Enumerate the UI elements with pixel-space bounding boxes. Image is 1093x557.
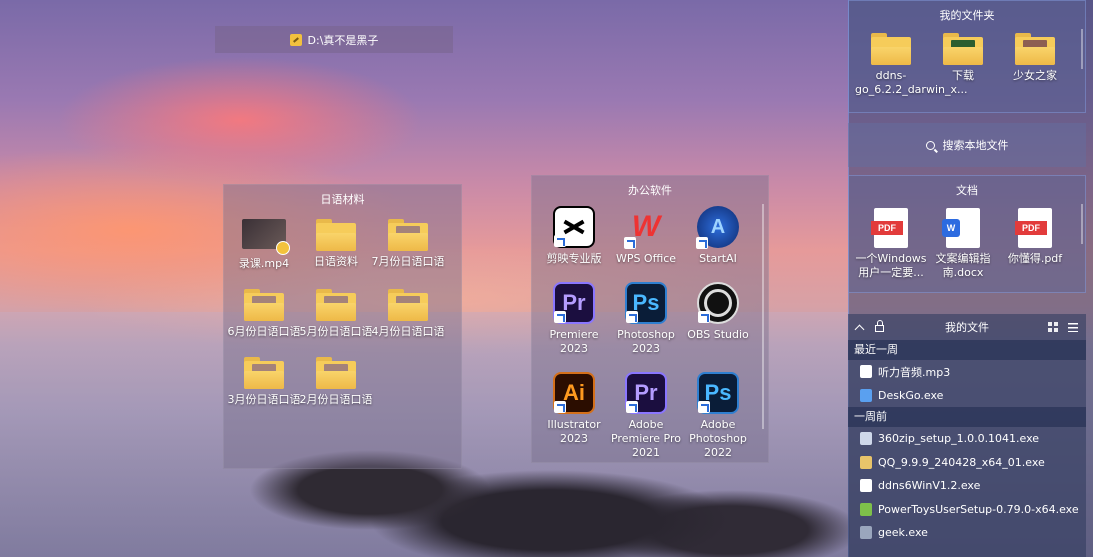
document-item[interactable]: PDF 一个Windows用户一定要... xyxy=(855,208,927,280)
app-obs-studio[interactable]: OBS Studio xyxy=(682,282,754,356)
exe-file-icon xyxy=(860,388,872,402)
list-item[interactable]: ddns6WinV1.2.exe xyxy=(848,474,1086,498)
section-scrollbar[interactable] xyxy=(1081,29,1083,69)
obs-icon xyxy=(697,282,739,324)
group-header-week-ago: 一周前 xyxy=(848,407,1086,427)
section-title: 文档 xyxy=(956,184,978,197)
folder-icon xyxy=(871,33,911,65)
fence-scrollbar[interactable] xyxy=(762,204,764,429)
folder-icon xyxy=(316,357,356,389)
folder-item[interactable]: 6月份日语口语 xyxy=(228,289,301,339)
folder-item[interactable]: 2月份日语口语 xyxy=(300,357,373,407)
document-item[interactable]: PDF 你懂得.pdf xyxy=(999,208,1071,280)
list-item[interactable]: 360zip_setup_1.0.0.1041.exe xyxy=(848,427,1086,451)
path-text: D:\真不是黑子 xyxy=(307,33,379,47)
pin-icon xyxy=(289,33,302,46)
section-documents[interactable]: 文档 PDF 一个Windows用户一定要... W 文案编辑指南.docx P… xyxy=(848,175,1086,293)
path-bar[interactable]: D:\真不是黑子 xyxy=(215,26,453,53)
exe-file-icon xyxy=(860,479,872,493)
folder-icon xyxy=(943,33,983,65)
app-photoshop-2023[interactable]: Ps Photoshop 2023 xyxy=(610,282,682,356)
list-item[interactable]: PowerToysUserSetup-0.79.0-x64.exe xyxy=(848,498,1086,522)
video-thumbnail-icon xyxy=(242,219,290,255)
photoshop-icon: Ps xyxy=(625,282,667,324)
folder-item[interactable]: 日语资料 xyxy=(300,219,372,271)
installer-file-icon xyxy=(860,432,872,446)
app-photoshop-2022[interactable]: Ps Adobe Photoshop 2022 xyxy=(682,372,754,460)
list-item[interactable]: geek.exe xyxy=(848,521,1086,545)
fence-title: 日语材料 xyxy=(320,193,365,206)
list-item[interactable]: 听力音频.mp3 xyxy=(848,360,1086,384)
pdf-file-icon: PDF xyxy=(1015,208,1052,248)
app-startai[interactable]: A StartAI xyxy=(682,206,754,266)
grid-view-icon[interactable] xyxy=(1048,322,1058,332)
folder-icon xyxy=(244,289,284,321)
folder-item[interactable]: 4月份日语口语 xyxy=(372,289,445,339)
word-file-icon: W xyxy=(942,208,980,248)
pdf-file-icon: PDF xyxy=(871,208,908,248)
section-my-folders[interactable]: 我的文件夹 ddns-go_6.2.2_darwin_x... 下载 少女之家 xyxy=(848,0,1086,113)
search-icon xyxy=(925,140,935,150)
folder-item[interactable]: 3月份日语口语 xyxy=(228,357,301,407)
fence-office-software[interactable]: 办公软件 剪映专业版 W WPS Office A StartAI Pr Pre… xyxy=(531,175,769,463)
app-wps[interactable]: W WPS Office xyxy=(610,206,682,266)
app-premiere-2021[interactable]: Pr Adobe Premiere Pro 2021 xyxy=(610,372,682,460)
folder-icon xyxy=(316,219,356,251)
document-item[interactable]: W 文案编辑指南.docx xyxy=(927,208,999,280)
qq-installer-icon xyxy=(860,455,872,469)
folder-item[interactable]: 下载 xyxy=(927,33,999,97)
folder-icon xyxy=(1015,33,1055,65)
fence-title: 办公软件 xyxy=(628,184,672,197)
app-capcut[interactable]: 剪映专业版 xyxy=(538,206,610,266)
fence-japanese-materials[interactable]: 日语材料 录课.mp4 日语资料 7月份日语口语 6月份日语口语 5月份日语口语… xyxy=(223,184,462,469)
illustrator-icon: Ai xyxy=(553,372,595,414)
folder-icon xyxy=(388,289,428,321)
powertoys-installer-icon xyxy=(860,502,872,516)
photoshop-icon: Ps xyxy=(697,372,739,414)
section-scrollbar[interactable] xyxy=(1081,204,1083,244)
folder-item[interactable]: ddns-go_6.2.2_darwin_x... xyxy=(855,33,967,97)
wps-icon: W xyxy=(624,206,667,249)
folder-icon xyxy=(316,289,356,321)
app-illustrator-2023[interactable]: Ai Illustrator 2023 xyxy=(538,372,610,460)
audio-file-icon xyxy=(860,365,872,379)
folder-item[interactable]: 少女之家 xyxy=(999,33,1071,97)
folder-item[interactable]: 7月份日语口语 xyxy=(372,219,445,271)
local-file-search[interactable]: 搜索本地文件 xyxy=(848,123,1086,167)
search-placeholder: 搜索本地文件 xyxy=(942,139,1009,152)
startai-icon: A xyxy=(696,206,739,249)
folder-icon xyxy=(388,219,428,251)
list-item[interactable]: QQ_9.9.9_240428_x64_01.exe xyxy=(848,451,1086,475)
my-files-header: 我的文件 xyxy=(848,314,1086,340)
list-item[interactable]: DeskGo.exe xyxy=(848,384,1086,408)
premiere-icon: Pr xyxy=(625,372,667,414)
folder-item[interactable]: 5月份日语口语 xyxy=(300,289,373,339)
folder-icon xyxy=(244,357,284,389)
exe-file-icon xyxy=(860,526,872,540)
section-my-files[interactable]: 我的文件 最近一周 听力音频.mp3 DeskGo.exe 一周前 360zip… xyxy=(848,314,1086,557)
file-video[interactable]: 录课.mp4 xyxy=(228,219,300,271)
premiere-icon: Pr xyxy=(553,282,595,324)
app-premiere-2023[interactable]: Pr Premiere 2023 xyxy=(538,282,610,356)
capcut-icon xyxy=(553,206,595,248)
group-header-recent: 最近一周 xyxy=(848,340,1086,360)
section-title: 我的文件夹 xyxy=(939,9,995,22)
